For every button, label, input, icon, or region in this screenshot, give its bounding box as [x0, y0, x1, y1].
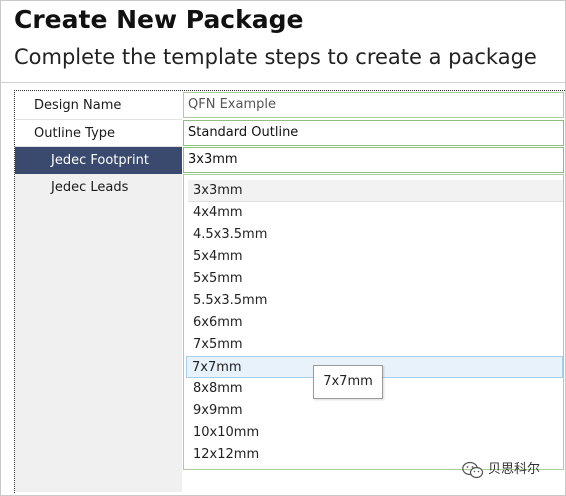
dropdown-option[interactable]: 9x9mm [188, 400, 563, 422]
header-divider [0, 82, 566, 83]
jedec-footprint-dropdown-list[interactable]: 3x3mm 4x4mm 4.5x3.5mm 5x4mm 5x5mm 5.5x3.… [183, 174, 564, 470]
wechat-icon [462, 461, 484, 479]
prop-label-outline-type: Outline Type [34, 126, 116, 141]
dropdown-option[interactable]: 5.5x3.5mm [188, 290, 563, 312]
dropdown-option[interactable]: 7x5mm [188, 334, 563, 356]
dropdown-option[interactable]: 10x10mm [188, 422, 563, 444]
prop-label-jedec-leads: Jedec Leads [51, 180, 129, 195]
dropdown-option[interactable]: 5x5mm [188, 268, 563, 290]
design-name-field[interactable]: QFN Example [183, 92, 564, 118]
dropdown-option[interactable]: 6x6mm [188, 312, 563, 334]
dropdown-option[interactable]: 3x3mm [188, 180, 563, 202]
watermark-text: 贝思科尔 [488, 462, 541, 477]
dropdown-option[interactable]: 4.5x3.5mm [188, 224, 563, 246]
watermark: 贝思科尔 [462, 458, 540, 482]
dropdown-option[interactable]: 4x4mm [188, 202, 563, 224]
prop-label-design-name: Design Name [34, 98, 122, 113]
prop-label-jedec-footprint[interactable]: Jedec Footprint [15, 147, 182, 174]
dropdown-option[interactable]: 5x4mm [188, 246, 563, 268]
property-grid-label-pane [15, 174, 182, 492]
page-title: Create New Package [14, 5, 304, 34]
option-tooltip: 7x7mm [313, 365, 383, 399]
page-subtitle: Complete the template steps to create a … [14, 45, 537, 69]
outline-type-field[interactable]: Standard Outline [183, 120, 564, 146]
jedec-footprint-select[interactable]: 3x3mm [183, 147, 564, 173]
